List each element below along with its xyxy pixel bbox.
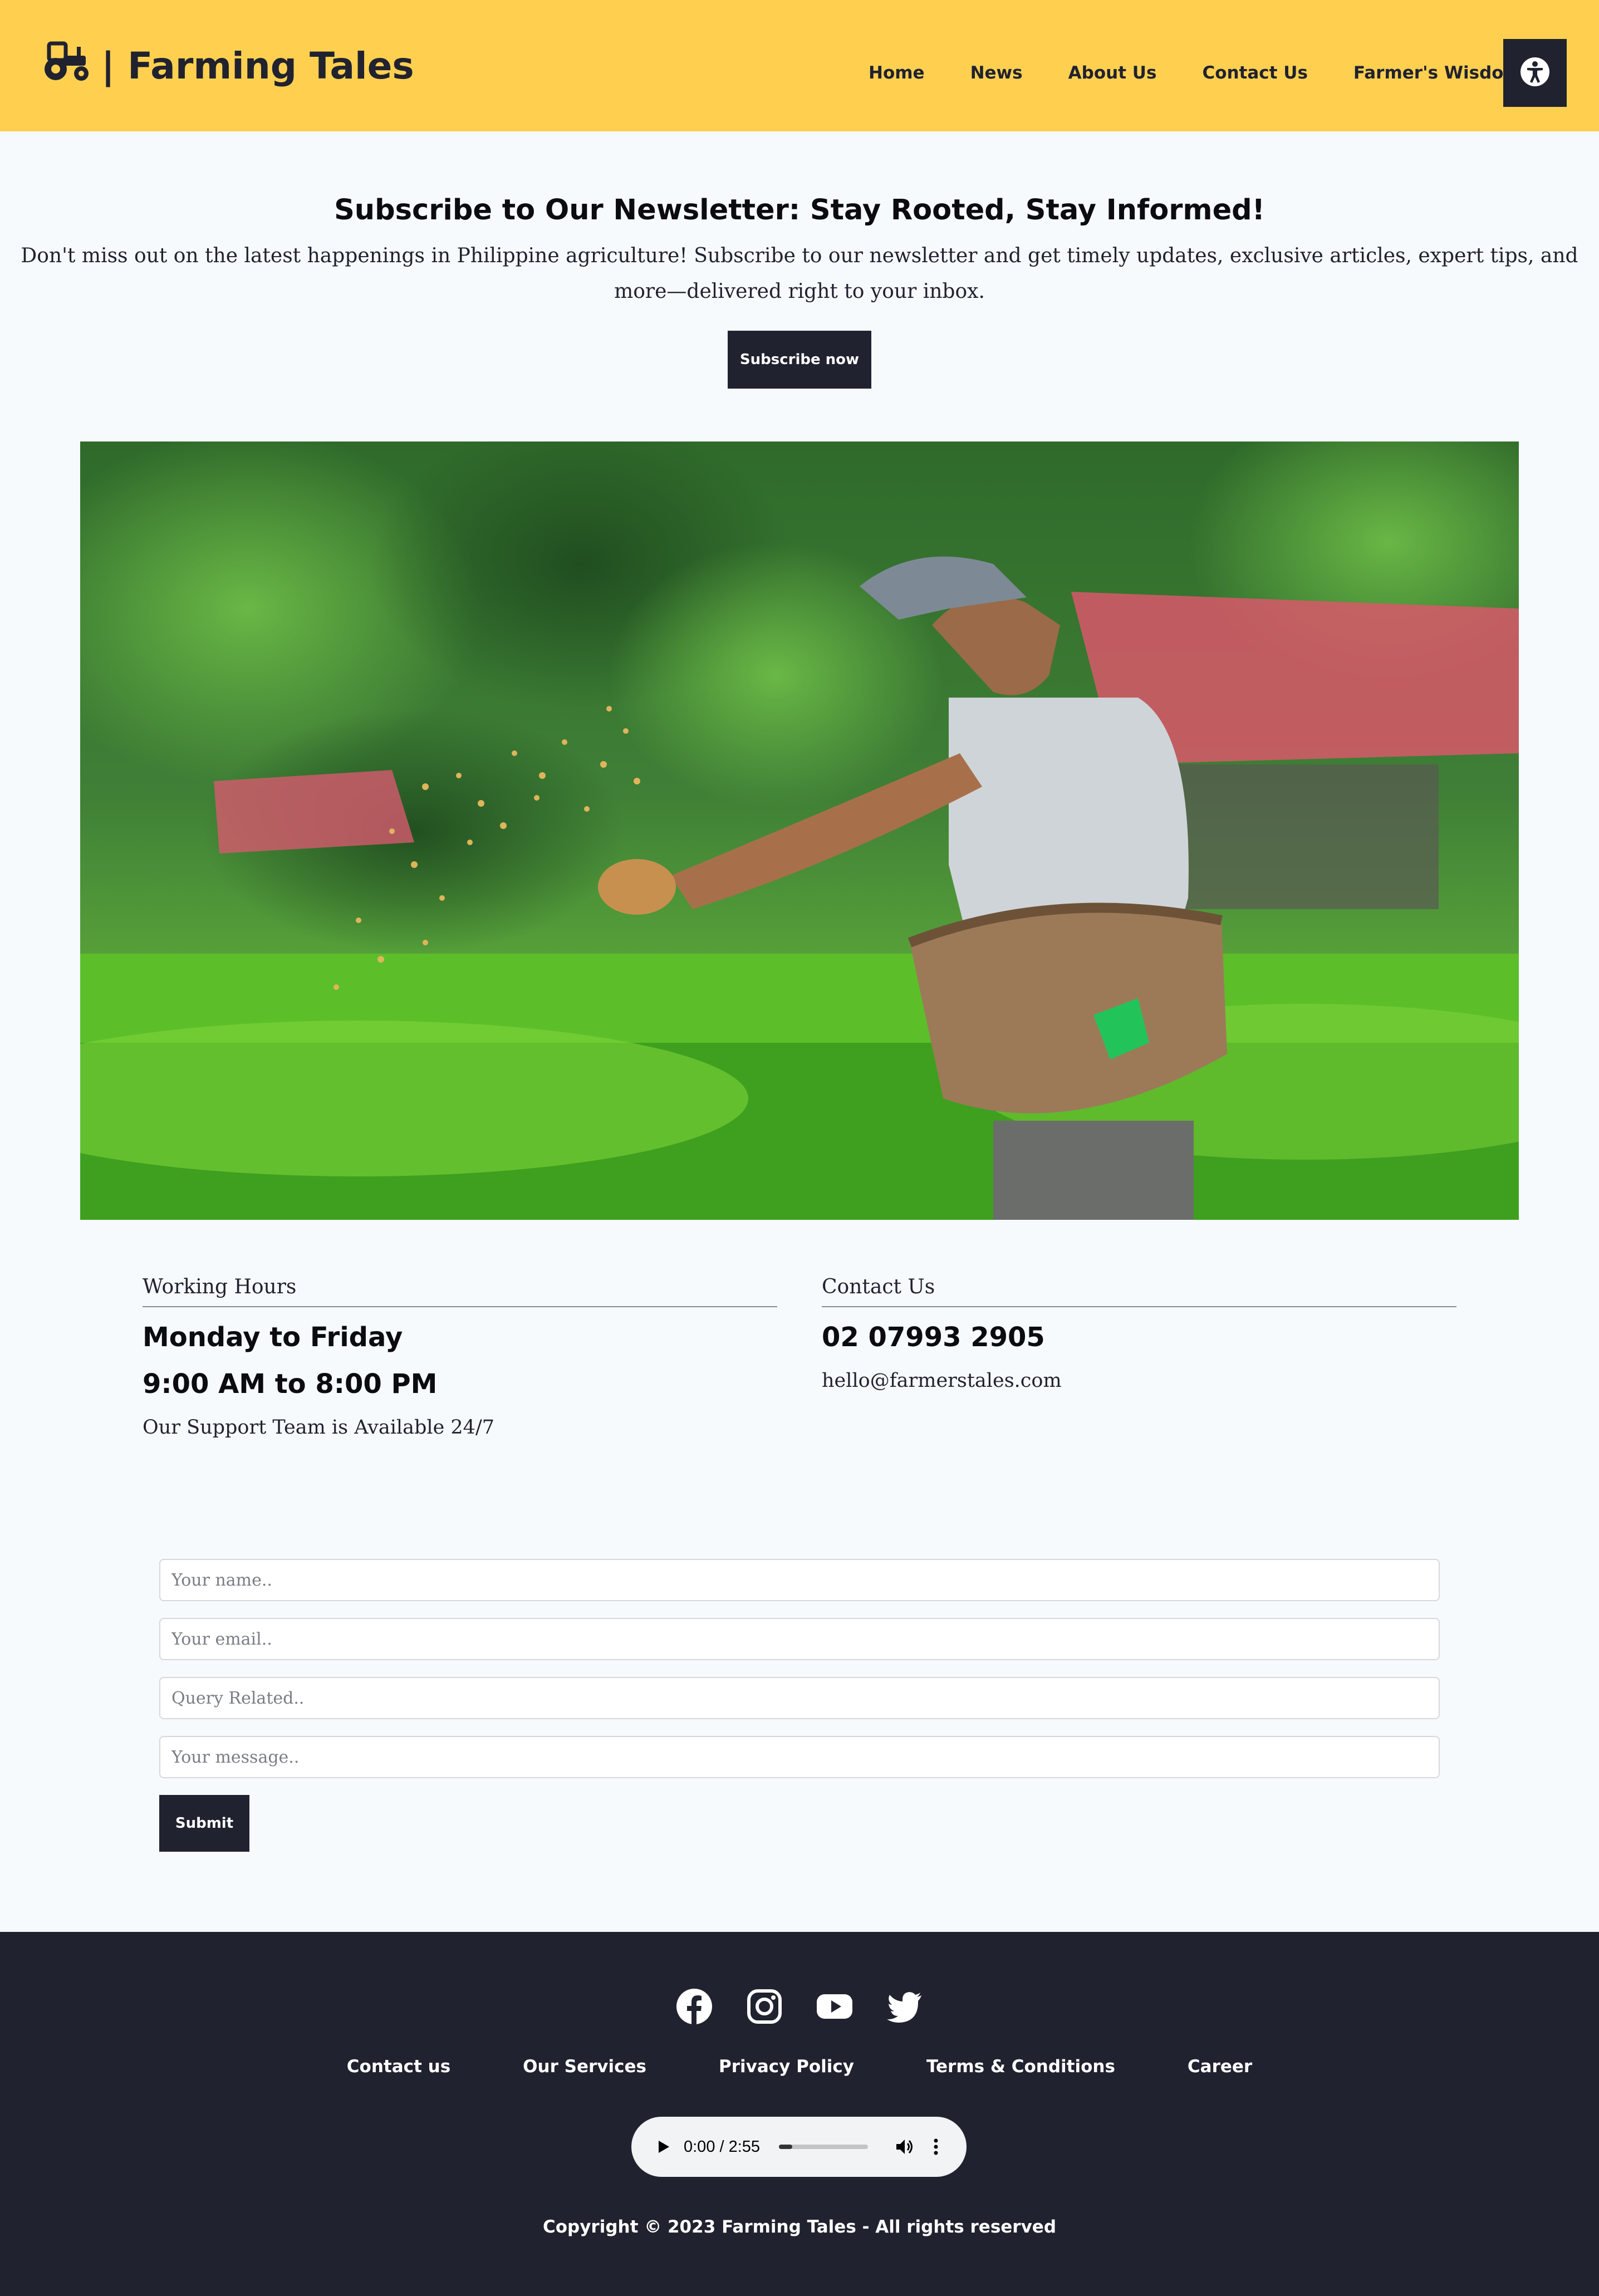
nav-farmers-wisdom[interactable]: Farmer's Wisdom [1353, 56, 1522, 90]
footer-links: Contact us Our Services Privacy Policy T… [0, 2057, 1599, 2077]
youtube-icon[interactable] [816, 1988, 854, 2025]
footer-link-career[interactable]: Career [1188, 2057, 1252, 2077]
submit-button[interactable]: Submit [159, 1795, 249, 1852]
more-options-icon[interactable] [931, 2137, 940, 2157]
newsletter-title: Subscribe to Our Newsletter: Stay Rooted… [334, 194, 1265, 227]
tractor-icon [43, 40, 101, 91]
audio-progress-fill [779, 2145, 793, 2149]
play-icon[interactable] [655, 2138, 671, 2155]
working-hours-label: Working Hours [143, 1275, 777, 1307]
copyright-text: Copyright © 2023 Farming Tales - All rig… [542, 2217, 1057, 2237]
audio-player: 0:00 / 2:55 [631, 2117, 967, 2177]
footer-link-our-services[interactable]: Our Services [523, 2057, 646, 2077]
nav-home[interactable]: Home [869, 56, 925, 90]
brand-logo[interactable]: | Farming Tales [43, 40, 414, 91]
name-input[interactable] [159, 1559, 1440, 1601]
footer-link-privacy-policy[interactable]: Privacy Policy [719, 2057, 854, 2077]
support-note: Our Support Team is Available 24/7 [143, 1416, 494, 1439]
audio-time: 0:00 / 2:55 [684, 2137, 761, 2156]
working-days: Monday to Friday [143, 1322, 403, 1353]
contact-email[interactable]: hello@farmerstales.com [822, 1367, 1456, 1394]
query-input[interactable] [159, 1677, 1440, 1719]
nav-about-us[interactable]: About Us [1068, 56, 1157, 90]
audio-seek-bar[interactable] [779, 2145, 869, 2149]
contact-phone[interactable]: 02 07993 2905 [822, 1319, 1456, 1355]
instagram-icon[interactable] [745, 1988, 783, 2025]
brand-name: | Farming Tales [101, 44, 414, 87]
site-footer: Contact us Our Services Privacy Policy T… [0, 1932, 1599, 2296]
email-input[interactable] [159, 1618, 1440, 1660]
working-hours-section: Working Hours Monday to Friday 9:00 AM t… [143, 1275, 777, 1441]
facebook-icon[interactable] [675, 1988, 713, 2025]
site-header: | Farming Tales Home News About Us Conta… [0, 0, 1599, 131]
accessibility-icon [1519, 56, 1551, 90]
subscribe-button[interactable]: Subscribe now [728, 331, 871, 389]
main-nav: Home News About Us Contact Us Farmer's W… [869, 56, 1522, 90]
nav-contact-us[interactable]: Contact Us [1202, 56, 1307, 90]
twitter-icon[interactable] [886, 1988, 924, 2025]
volume-icon[interactable] [895, 2137, 915, 2157]
contact-form: Submit [159, 1559, 1440, 1852]
message-input[interactable] [159, 1736, 1440, 1778]
accessibility-button[interactable] [1503, 39, 1567, 107]
newsletter-text: Don't miss out on the latest happenings … [21, 244, 1578, 303]
nav-news[interactable]: News [970, 56, 1023, 90]
working-time: 9:00 AM to 8:00 PM [143, 1368, 438, 1400]
contact-section: Contact Us 02 07993 2905 hello@farmersta… [822, 1275, 1456, 1394]
social-links [0, 1988, 1599, 2025]
contact-label: Contact Us [822, 1275, 1456, 1307]
hero-image-farmer [80, 441, 1519, 1220]
footer-link-terms[interactable]: Terms & Conditions [926, 2057, 1115, 2077]
footer-link-contact-us[interactable]: Contact us [347, 2057, 450, 2077]
